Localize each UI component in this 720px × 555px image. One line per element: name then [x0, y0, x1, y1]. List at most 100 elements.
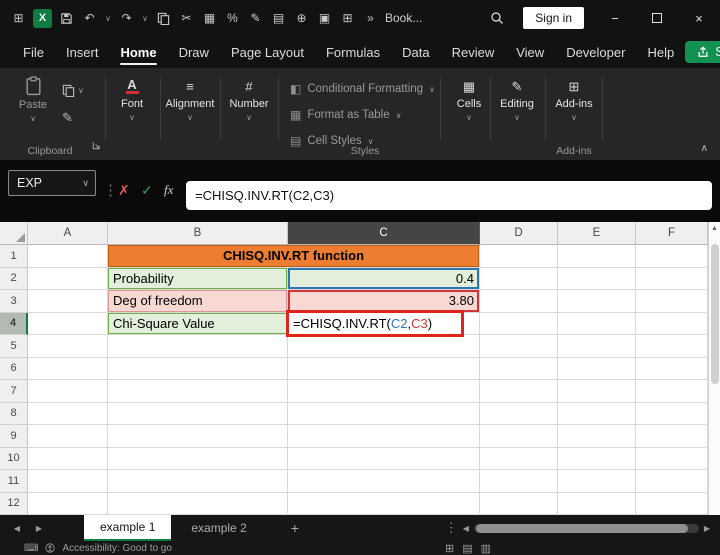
row-header-2[interactable]: 2 — [0, 267, 28, 290]
cell[interactable] — [480, 425, 558, 448]
cell-A3[interactable] — [28, 290, 108, 313]
cell[interactable] — [288, 425, 480, 448]
add-icon[interactable]: ⊕ — [293, 9, 310, 27]
row-header-8[interactable]: 8 — [0, 402, 28, 425]
cell[interactable] — [480, 357, 558, 380]
column-header-C[interactable]: C — [288, 222, 480, 245]
menu-tab-draw[interactable]: Draw — [168, 36, 220, 68]
cell-F4[interactable] — [636, 312, 708, 335]
cell[interactable] — [558, 425, 636, 448]
menu-tab-developer[interactable]: Developer — [555, 36, 636, 68]
prev-sheet-icon[interactable]: ◀ — [6, 524, 28, 533]
cell-C2[interactable]: 0.4 — [288, 267, 480, 290]
toolbar-overflow-icon[interactable]: » — [362, 9, 379, 27]
cell[interactable] — [636, 470, 708, 493]
cell[interactable] — [636, 357, 708, 380]
cell[interactable] — [28, 357, 108, 380]
cell-A2[interactable] — [28, 267, 108, 290]
conditional-formatting-button[interactable]: ◧ Conditional Formatting ∨ — [290, 80, 435, 98]
sheet-tab-example-2[interactable]: example 2 — [175, 515, 262, 541]
select-all-button[interactable] — [0, 222, 28, 245]
cell[interactable] — [108, 335, 288, 358]
menu-tab-review[interactable]: Review — [441, 36, 506, 68]
cell[interactable] — [28, 402, 108, 425]
cell-C3[interactable]: 3.80 — [288, 290, 480, 313]
cell[interactable] — [558, 402, 636, 425]
cell[interactable] — [108, 470, 288, 493]
cell[interactable] — [288, 402, 480, 425]
page-break-view-icon[interactable]: ▥ — [481, 542, 491, 555]
next-sheet-icon[interactable]: ▶ — [28, 524, 50, 533]
cell-F2[interactable] — [636, 267, 708, 290]
row-header-5[interactable]: 5 — [0, 335, 28, 358]
cell[interactable] — [28, 470, 108, 493]
row-header-10[interactable]: 10 — [0, 447, 28, 470]
cell-A4[interactable] — [28, 312, 108, 335]
cell-D3[interactable] — [480, 290, 558, 313]
cell[interactable] — [288, 492, 480, 515]
editing-group-button[interactable]: ✎ Editing ∨ — [494, 78, 540, 123]
cell-D4[interactable] — [480, 312, 558, 335]
formula-input[interactable]: =CHISQ.INV.RT(C2,C3) — [186, 181, 712, 210]
cancel-icon[interactable]: ✗ — [118, 182, 130, 199]
cell[interactable] — [558, 380, 636, 403]
column-header-F[interactable]: F — [636, 222, 708, 245]
cell-A1[interactable] — [28, 245, 108, 268]
cell-E4[interactable] — [558, 312, 636, 335]
save-icon[interactable] — [58, 9, 75, 27]
number-group-button[interactable]: # Number ∨ — [226, 78, 272, 122]
grid-icon[interactable]: ⊞ — [339, 9, 356, 27]
menu-tab-file[interactable]: File — [12, 36, 55, 68]
redo-icon[interactable]: ↷ — [118, 9, 135, 27]
cell[interactable] — [28, 335, 108, 358]
row-header-1[interactable]: 1 — [0, 245, 28, 268]
cell[interactable] — [636, 425, 708, 448]
formula-bar-grip-icon[interactable]: ⋮ — [103, 181, 118, 199]
collapse-ribbon-icon[interactable]: ∧ — [701, 143, 708, 154]
cell-D2[interactable] — [480, 267, 558, 290]
cell-B3[interactable]: Deg of freedom — [108, 290, 288, 313]
sign-in-button[interactable]: Sign in — [523, 7, 584, 29]
menu-tab-view[interactable]: View — [505, 36, 555, 68]
menu-tab-formulas[interactable]: Formulas — [315, 36, 391, 68]
format-painter-icon[interactable]: ✎ — [247, 9, 264, 27]
cell[interactable] — [558, 492, 636, 515]
cut-icon[interactable]: ✂ — [178, 9, 195, 27]
cell[interactable] — [28, 492, 108, 515]
cell[interactable] — [108, 492, 288, 515]
page-layout-view-icon[interactable]: ▤ — [462, 542, 472, 555]
font-group-button[interactable]: A Font ∨ — [110, 78, 154, 122]
cell[interactable] — [558, 470, 636, 493]
cell-E2[interactable] — [558, 267, 636, 290]
menu-tab-data[interactable]: Data — [391, 36, 440, 68]
row-header-7[interactable]: 7 — [0, 380, 28, 403]
row-header-11[interactable]: 11 — [0, 470, 28, 493]
cell-E3[interactable] — [558, 290, 636, 313]
copy-icon[interactable] — [155, 9, 172, 27]
row-header-12[interactable]: 12 — [0, 492, 28, 515]
format-as-table-button[interactable]: ▦ Format as Table ∨ — [290, 106, 401, 124]
paste-button[interactable]: Paste ∨ — [10, 76, 56, 123]
add-ins-button[interactable]: ⊞ Add-ins ∨ — [552, 78, 596, 123]
cell[interactable] — [636, 380, 708, 403]
scroll-up-icon[interactable]: ▲ — [709, 222, 720, 232]
menu-tab-page-layout[interactable]: Page Layout — [220, 36, 315, 68]
new-sheet-button[interactable]: + — [291, 520, 299, 536]
cell[interactable] — [108, 425, 288, 448]
cell[interactable] — [480, 470, 558, 493]
accessibility-status[interactable]: ⌨ Accessibility: Good to go — [24, 543, 172, 554]
cell-B1-merged-title[interactable]: CHISQ.INV.RT function — [108, 245, 480, 268]
cell[interactable] — [480, 380, 558, 403]
menu-tab-insert[interactable]: Insert — [55, 36, 110, 68]
cell-C4-formula[interactable]: =CHISQ.INV.RT(C2, C3) — [288, 312, 480, 335]
vertical-scrollbar-thumb[interactable] — [710, 244, 719, 384]
cell-B4[interactable]: Chi-Square Value — [108, 312, 288, 335]
cell[interactable] — [28, 447, 108, 470]
cell[interactable] — [636, 447, 708, 470]
enter-icon[interactable]: ✓ — [141, 182, 153, 199]
cell[interactable] — [558, 357, 636, 380]
cell[interactable] — [558, 335, 636, 358]
undo-icon[interactable]: ↶ — [81, 9, 98, 27]
clipboard-dialog-launcher-icon[interactable] — [92, 137, 101, 155]
cell[interactable] — [288, 380, 480, 403]
